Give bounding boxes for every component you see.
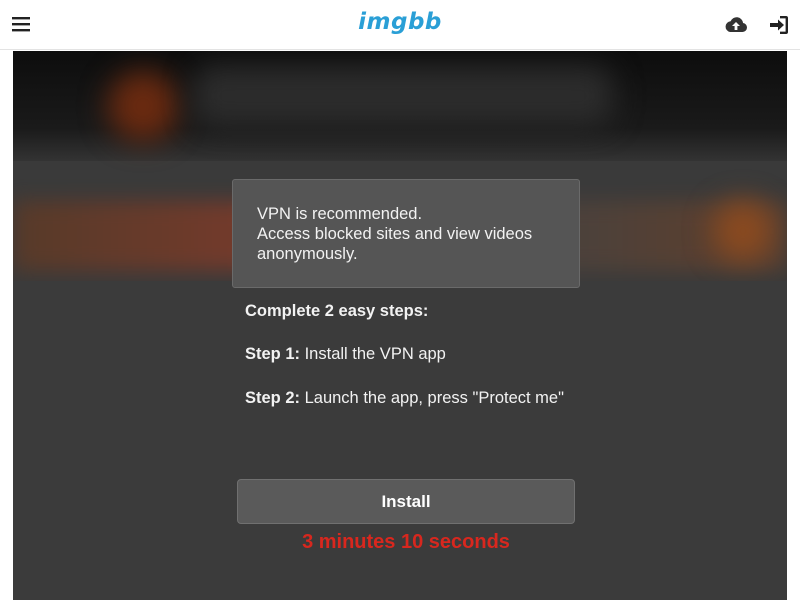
blurred-highlight: [193, 66, 613, 126]
sign-in-icon[interactable]: [768, 14, 790, 36]
install-button[interactable]: Install: [237, 479, 575, 524]
vpn-notice-box: VPN is recommended. Access blocked sites…: [232, 179, 580, 288]
countdown-timer: 3 minutes 10 seconds: [302, 531, 510, 553]
blurred-highlight: [108, 71, 178, 141]
notice-line: Access blocked sites and view videos: [257, 225, 533, 243]
top-navigation-bar: imgbb: [0, 0, 800, 50]
step-1: Step 1: Install the VPN app: [245, 341, 446, 367]
step-2-text: Launch the app, press "Protect me": [300, 389, 564, 407]
imgbb-logo[interactable]: imgbb: [0, 9, 800, 35]
step-1-label: Step 1:: [245, 345, 301, 363]
steps-title: Complete 2 easy steps:: [245, 302, 429, 320]
notice-line: VPN is recommended.: [257, 205, 423, 223]
step-1-text: Install the VPN app: [300, 345, 446, 363]
cloud-upload-icon[interactable]: [724, 13, 748, 37]
notice-line: anonymously.: [257, 245, 358, 263]
step-2-label: Step 2:: [245, 389, 301, 407]
blurred-highlight: [713, 201, 773, 261]
step-2: Step 2: Launch the app, press "Protect m…: [245, 385, 575, 411]
